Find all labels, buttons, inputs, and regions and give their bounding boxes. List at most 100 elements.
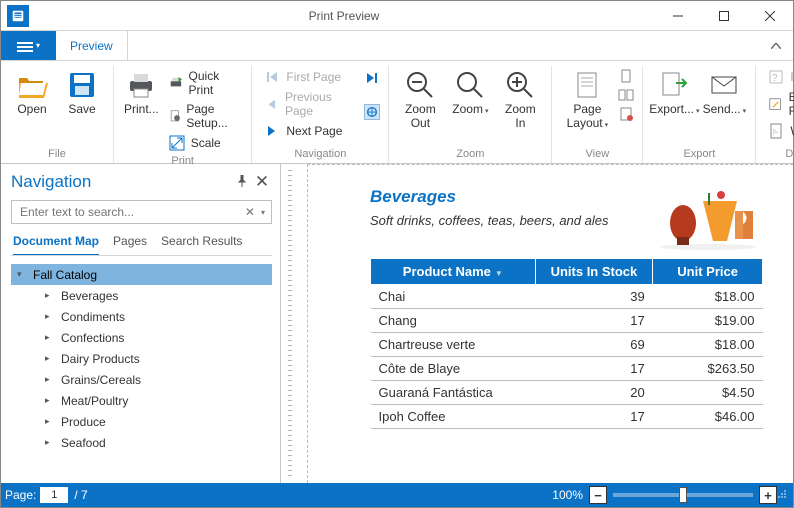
page-setup-label: Page Setup... — [186, 102, 239, 130]
cell-price: $4.50 — [653, 381, 763, 405]
tree-item-label: Dairy Products — [61, 352, 140, 366]
envelope-icon — [708, 69, 740, 101]
zoom-slider[interactable] — [613, 493, 753, 497]
tree-root-label: Fall Catalog — [33, 268, 97, 282]
table-row: Guaraná Fantástica20$4.50 — [371, 381, 763, 405]
chevron-right-icon: ▸ — [45, 437, 55, 448]
group-document-label: Document — [764, 145, 794, 163]
zoom-thumb[interactable] — [679, 487, 687, 503]
page-bg-icon[interactable] — [618, 106, 634, 122]
nav-title: Navigation — [11, 172, 91, 192]
search-dropdown-icon[interactable]: ▾ — [261, 208, 265, 217]
cell-name: Chai — [371, 285, 536, 309]
tree-item[interactable]: ▸Seafood — [11, 432, 272, 453]
export-button[interactable]: Export...▾ — [651, 66, 697, 120]
tree-item[interactable]: ▸ Dairy Products — [11, 348, 272, 369]
scale-icon — [169, 135, 185, 151]
tree-item[interactable]: ▸Grains/Cereals — [11, 369, 272, 390]
status-bar: Page: / 7 100% − + — [1, 483, 793, 507]
nav-pane-toggle-icon[interactable] — [364, 104, 380, 120]
clear-search-icon[interactable]: ✕ — [245, 205, 255, 219]
zoom-minus-button[interactable]: − — [589, 486, 607, 504]
last-page-icon[interactable] — [364, 70, 380, 86]
table-row: Chai39$18.00 — [371, 285, 763, 309]
cell-name: Ipoh Coffee — [371, 405, 536, 429]
send-button[interactable]: Send...▾ — [701, 66, 747, 120]
tree-item[interactable]: ▸ Meat/Poultry — [11, 390, 272, 411]
navigation-pane: Navigation ✕ ✕ ▾ Document Map Pages Sear… — [1, 164, 281, 483]
product-table: Product Name▼ Units In Stock Unit Price … — [370, 258, 763, 429]
cell-price: $18.00 — [653, 333, 763, 357]
watermark-label: Watermark — [790, 124, 794, 138]
cell-stock: 17 — [535, 357, 653, 381]
splitter-grip[interactable] — [288, 170, 292, 477]
cell-stock: 17 — [535, 405, 653, 429]
save-button[interactable]: Save — [59, 66, 105, 120]
zoom-in-button[interactable]: Zoom In — [497, 66, 543, 134]
cell-price: $46.00 — [653, 405, 763, 429]
pin-icon[interactable] — [232, 172, 252, 192]
next-page-button[interactable]: Next Page — [260, 122, 360, 140]
document-map-tree: ▾ Fall Catalog ▸Beverages▸Condiments▸Con… — [11, 264, 272, 453]
preview-area[interactable]: Beverages Soft drinks, coffees, teas, be… — [281, 164, 793, 483]
col-price: Unit Price — [653, 259, 763, 285]
two-page-icon[interactable] — [618, 87, 634, 103]
tree-item-label: Beverages — [61, 289, 118, 303]
parameters-button[interactable]: ? Parameters — [764, 68, 794, 86]
maximize-button[interactable] — [701, 1, 747, 31]
file-menu-button[interactable]: ▾ — [1, 31, 56, 60]
save-icon — [66, 69, 98, 101]
zoom-out-button[interactable]: Zoom Out — [397, 66, 443, 134]
zoom-label: Zoom — [452, 102, 483, 116]
chevron-right-icon: ▸ — [45, 353, 55, 364]
open-button[interactable]: Open — [9, 66, 55, 120]
quick-print-label: Quick Print — [189, 69, 240, 97]
cell-price: $19.00 — [653, 309, 763, 333]
cell-name: Chang — [371, 309, 536, 333]
tab-search-results[interactable]: Search Results — [161, 234, 242, 256]
search-input[interactable] — [18, 204, 245, 220]
tree-item-label: Confections — [61, 331, 124, 345]
app-icon — [7, 5, 29, 27]
send-label: Send... — [703, 102, 741, 116]
single-page-icon[interactable] — [618, 68, 634, 84]
page-setup-button[interactable]: Page Setup... — [165, 101, 244, 131]
next-page-icon — [264, 123, 280, 139]
quick-print-button[interactable]: Quick Print — [165, 68, 244, 98]
zoom-in-label: Zoom In — [505, 103, 536, 131]
close-window-button[interactable] — [747, 1, 793, 31]
tab-preview[interactable]: Preview — [56, 31, 128, 60]
collapse-ribbon-button[interactable] — [759, 31, 793, 60]
editing-fields-button[interactable]: Editing Fields — [764, 89, 794, 119]
tree-item[interactable]: ▸Produce — [11, 411, 272, 432]
chevron-down-icon: ▾ — [17, 269, 27, 280]
tree-root[interactable]: ▾ Fall Catalog — [11, 264, 272, 285]
cell-stock: 17 — [535, 309, 653, 333]
resize-grip[interactable] — [777, 489, 789, 501]
tab-document-map[interactable]: Document Map — [13, 234, 99, 256]
page-layout-button[interactable]: Page Layout▾ — [560, 66, 614, 134]
ribbon-group-view: Page Layout▾ View — [552, 66, 643, 163]
print-button[interactable]: Print... — [122, 66, 161, 120]
tree-item-label: Meat/Poultry — [61, 394, 128, 408]
watermark-icon: A — [768, 123, 784, 139]
tree-item[interactable]: ▸Condiments — [11, 306, 272, 327]
tab-pages[interactable]: Pages — [113, 234, 147, 256]
first-page-button[interactable]: First Page — [260, 68, 360, 86]
zoom-plus-button[interactable]: + — [759, 486, 777, 504]
open-label: Open — [17, 103, 46, 117]
page-total: / 7 — [74, 488, 87, 502]
zoom-button[interactable]: Zoom▾ — [447, 66, 493, 120]
tree-item[interactable]: ▸Beverages — [11, 285, 272, 306]
close-pane-icon[interactable]: ✕ — [252, 172, 272, 192]
previous-page-button[interactable]: Previous Page — [260, 89, 360, 119]
chevron-right-icon: ▸ — [45, 395, 55, 406]
page-number-input[interactable] — [40, 487, 68, 503]
tree-item[interactable]: ▸Confections — [11, 327, 272, 348]
printer-icon — [125, 69, 157, 101]
search-box[interactable]: ✕ ▾ — [11, 200, 272, 224]
group-zoom-label: Zoom — [397, 145, 543, 163]
minimize-button[interactable] — [655, 1, 701, 31]
watermark-button[interactable]: A Watermark — [764, 122, 794, 140]
scale-button[interactable]: Scale — [165, 134, 244, 152]
